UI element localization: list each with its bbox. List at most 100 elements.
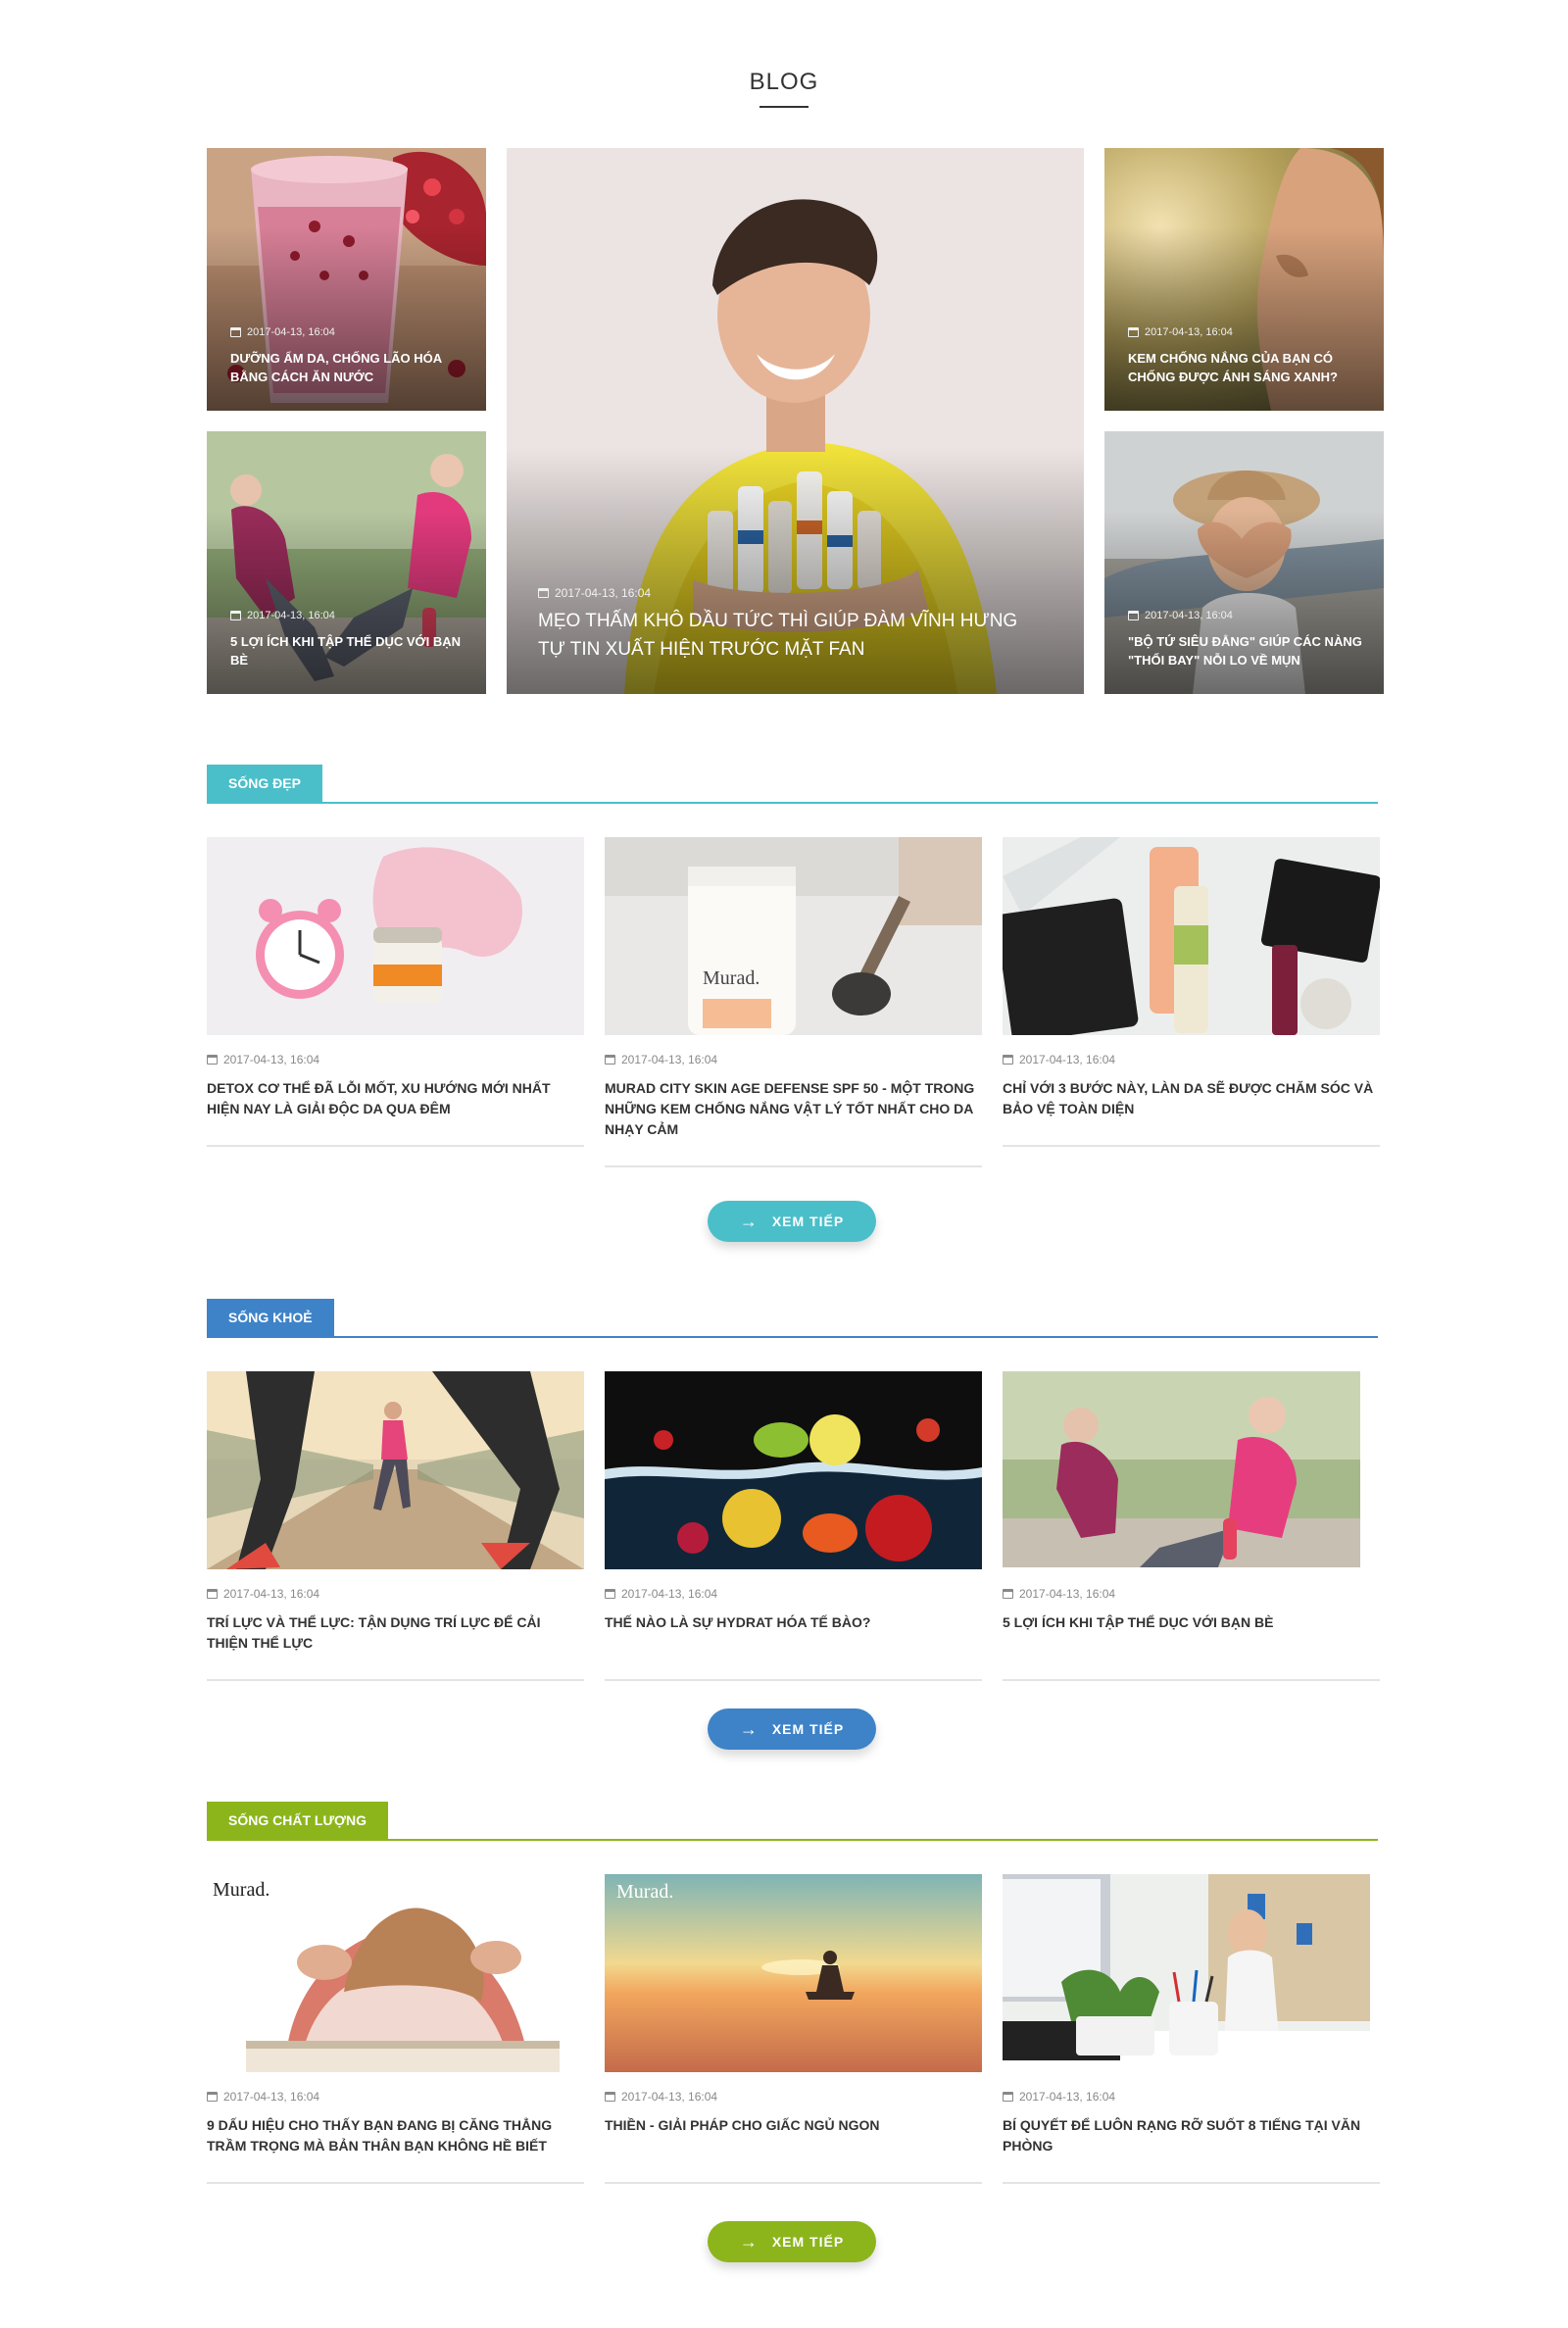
section-tab-song-dep[interactable]: SỐNG ĐẸP bbox=[207, 765, 322, 802]
post-title[interactable]: 9 DẤU HIỆU CHO THẤY BẠN ĐANG BỊ CĂNG THẲ… bbox=[207, 2115, 584, 2156]
post-date: 2017-04-13, 16:04 bbox=[230, 610, 335, 621]
post-image: Murad. bbox=[605, 1874, 982, 2072]
post-title[interactable]: CHỈ VỚI 3 BƯỚC NÀY, LÀN DA SẼ ĐƯỢC CHĂM … bbox=[1003, 1078, 1380, 1119]
post-date: 2017-04-13, 16:04 bbox=[1003, 2090, 1380, 2104]
featured-post-center[interactable]: 2017-04-13, 16:04 MẸO THẤM KHÔ DẦU TỨC T… bbox=[507, 148, 1084, 694]
arrow-right-icon: → bbox=[739, 1212, 759, 1231]
title-underline bbox=[760, 106, 808, 108]
post-title[interactable]: TRÍ LỰC VÀ THỂ LỰC: TẬN DỤNG TRÍ LỰC ĐỂ … bbox=[207, 1612, 584, 1654]
post-date: 2017-04-13, 16:04 bbox=[1003, 1587, 1380, 1601]
card-divider bbox=[605, 1165, 982, 1167]
post-card[interactable]: Murad. 2017-04-13, 16:04 9 DẤU HIỆU CHO … bbox=[207, 1874, 584, 2184]
post-date: 2017-04-13, 16:04 bbox=[605, 2090, 982, 2104]
calendar-icon bbox=[230, 611, 241, 620]
section-tab-song-chat-luong[interactable]: SỐNG CHẤT LƯỢNG bbox=[207, 1802, 388, 1839]
post-date: 2017-04-13, 16:04 bbox=[1128, 326, 1233, 338]
post-card[interactable]: Murad. 2017-04-13, 16:04 MURAD CITY SKIN… bbox=[605, 837, 982, 1167]
calendar-icon bbox=[207, 1055, 218, 1065]
post-image bbox=[207, 1371, 584, 1569]
page-title: BLOG bbox=[749, 69, 819, 95]
post-title[interactable]: THIỀN - GIẢI PHÁP CHO GIẤC NGỦ NGON bbox=[605, 2115, 982, 2136]
calendar-icon bbox=[1003, 2092, 1013, 2102]
calendar-icon bbox=[538, 588, 549, 598]
image-runners bbox=[207, 1371, 584, 1569]
post-card[interactable]: 2017-04-13, 16:04 5 LỢI ÍCH KHI TẬP THỂ … bbox=[1003, 1371, 1380, 1681]
image-meditation-beach: Murad. bbox=[605, 1874, 982, 2072]
post-image: Murad. bbox=[605, 837, 982, 1035]
image-alarm-clock bbox=[207, 837, 584, 1035]
see-more-button-song-khoe[interactable]: → XEM TIẾP bbox=[708, 1709, 876, 1750]
post-card[interactable]: 2017-04-13, 16:04 DETOX CƠ THỂ ĐÃ LỖI MỐ… bbox=[207, 837, 584, 1147]
card-divider bbox=[1003, 1679, 1380, 1681]
post-card[interactable]: Murad. 2017-04-13, 16:04 THIỀN - GIẢI PH… bbox=[605, 1874, 982, 2184]
section-divider bbox=[207, 1839, 1378, 1841]
featured-post-bottom-left[interactable]: 2017-04-13, 16:04 5 LỢI ÍCH KHI TẬP THỂ … bbox=[207, 431, 486, 694]
see-more-button-song-dep[interactable]: → XEM TIẾP bbox=[708, 1201, 876, 1242]
calendar-icon bbox=[1128, 327, 1139, 337]
card-divider bbox=[207, 2182, 584, 2184]
post-title: KEM CHỐNG NẮNG CỦA BẠN CÓ CHỐNG ĐƯỢC ÁNH… bbox=[1128, 351, 1338, 384]
post-title: "BỘ TỨ SIÊU ĐẲNG" GIÚP CÁC NÀNG "THỔI BA… bbox=[1128, 634, 1362, 668]
post-card[interactable]: 2017-04-13, 16:04 THẾ NÀO LÀ SỰ HYDRAT H… bbox=[605, 1371, 982, 1681]
calendar-icon bbox=[605, 2092, 615, 2102]
calendar-icon bbox=[1128, 611, 1139, 620]
calendar-icon bbox=[605, 1055, 615, 1065]
see-more-button-song-chat-luong[interactable]: → XEM TIẾP bbox=[708, 2221, 876, 2262]
post-title: 5 LỢI ÍCH KHI TẬP THỂ DỤC VỚI BẠN BÈ bbox=[230, 634, 462, 668]
section-header-song-khoe: SỐNG KHOẺ bbox=[207, 1299, 1378, 1338]
post-date: 2017-04-13, 16:04 bbox=[605, 1053, 982, 1066]
post-image bbox=[207, 837, 584, 1035]
post-card[interactable]: 2017-04-13, 16:04 CHỈ VỚI 3 BƯỚC NÀY, LÀ… bbox=[1003, 837, 1380, 1147]
post-image bbox=[605, 1371, 982, 1569]
post-date: 2017-04-13, 16:04 bbox=[1128, 610, 1233, 621]
post-date: 2017-04-13, 16:04 bbox=[207, 1587, 584, 1601]
post-date: 2017-04-13, 16:04 bbox=[207, 1053, 584, 1066]
arrow-right-icon: → bbox=[739, 2232, 759, 2252]
calendar-icon bbox=[230, 327, 241, 337]
section-tab-song-khoe[interactable]: SỐNG KHOẺ bbox=[207, 1299, 334, 1336]
post-card[interactable]: 2017-04-13, 16:04 BÍ QUYẾT ĐỂ LUÔN RẠNG … bbox=[1003, 1874, 1380, 2184]
calendar-icon bbox=[207, 1589, 218, 1599]
calendar-icon bbox=[605, 1589, 615, 1599]
section-divider bbox=[207, 1336, 1378, 1338]
card-divider bbox=[605, 1679, 982, 1681]
featured-post-top-right[interactable]: 2017-04-13, 16:04 KEM CHỐNG NẮNG CỦA BẠN… bbox=[1104, 148, 1384, 411]
featured-post-bottom-right[interactable]: 2017-04-13, 16:04 "BỘ TỨ SIÊU ĐẲNG" GIÚP… bbox=[1104, 431, 1384, 694]
card-divider bbox=[207, 1679, 584, 1681]
post-title: MẸO THẤM KHÔ DẦU TỨC THÌ GIÚP ĐÀM VĨNH H… bbox=[538, 611, 1018, 660]
post-image: Murad. bbox=[207, 1874, 584, 2072]
post-image bbox=[1003, 1874, 1380, 2072]
section-header-song-dep: SỐNG ĐẸP bbox=[207, 765, 1378, 804]
calendar-icon bbox=[1003, 1055, 1013, 1065]
calendar-icon bbox=[207, 2092, 218, 2102]
post-title[interactable]: THẾ NÀO LÀ SỰ HYDRAT HÓA TẾ BÀO? bbox=[605, 1612, 982, 1633]
post-card[interactable]: 2017-04-13, 16:04 TRÍ LỰC VÀ THỂ LỰC: TẬ… bbox=[207, 1371, 584, 1681]
post-title: DƯỠNG ẨM DA, CHỐNG LÃO HÓA BẰNG CÁCH ĂN … bbox=[230, 351, 442, 384]
image-skincare-products bbox=[1003, 837, 1380, 1035]
calendar-icon bbox=[1003, 1589, 1013, 1599]
image-office-desk bbox=[1003, 1874, 1380, 2072]
post-date: 2017-04-13, 16:04 bbox=[605, 1587, 982, 1601]
post-title[interactable]: DETOX CƠ THỂ ĐÃ LỖI MỐT, XU HƯỚNG MỚI NH… bbox=[207, 1078, 584, 1119]
card-divider bbox=[207, 1145, 584, 1147]
card-divider bbox=[1003, 2182, 1380, 2184]
image-stressed-student: Murad. bbox=[207, 1874, 584, 2072]
post-date: 2017-04-13, 16:04 bbox=[538, 586, 651, 600]
post-date: 2017-04-13, 16:04 bbox=[207, 2090, 584, 2104]
image-murad-sunscreen: Murad. bbox=[605, 837, 982, 1035]
murad-logo-text: Murad. bbox=[703, 967, 760, 989]
post-title[interactable]: BÍ QUYẾT ĐỂ LUÔN RẠNG RỠ SUỐT 8 TIẾNG TẠ… bbox=[1003, 2115, 1380, 2156]
card-divider bbox=[1003, 1145, 1380, 1147]
section-divider bbox=[207, 802, 1378, 804]
arrow-right-icon: → bbox=[739, 1719, 759, 1739]
post-title[interactable]: MURAD CITY SKIN AGE DEFENSE SPF 50 - MỘT… bbox=[605, 1078, 982, 1140]
post-title[interactable]: 5 LỢI ÍCH KHI TẬP THỂ DỤC VỚI BẠN BÈ bbox=[1003, 1612, 1380, 1633]
post-image bbox=[1003, 837, 1380, 1035]
murad-logo-text: Murad. bbox=[213, 1879, 270, 1901]
card-divider bbox=[605, 2182, 982, 2184]
image-fruit-splash bbox=[605, 1371, 982, 1569]
section-header-song-chat-luong: SỐNG CHẤT LƯỢNG bbox=[207, 1802, 1378, 1841]
murad-logo-text: Murad. bbox=[616, 1881, 673, 1903]
post-date: 2017-04-13, 16:04 bbox=[1003, 1053, 1380, 1066]
featured-post-top-left[interactable]: 2017-04-13, 16:04 DƯỠNG ẨM DA, CHỐNG LÃO… bbox=[207, 148, 486, 411]
